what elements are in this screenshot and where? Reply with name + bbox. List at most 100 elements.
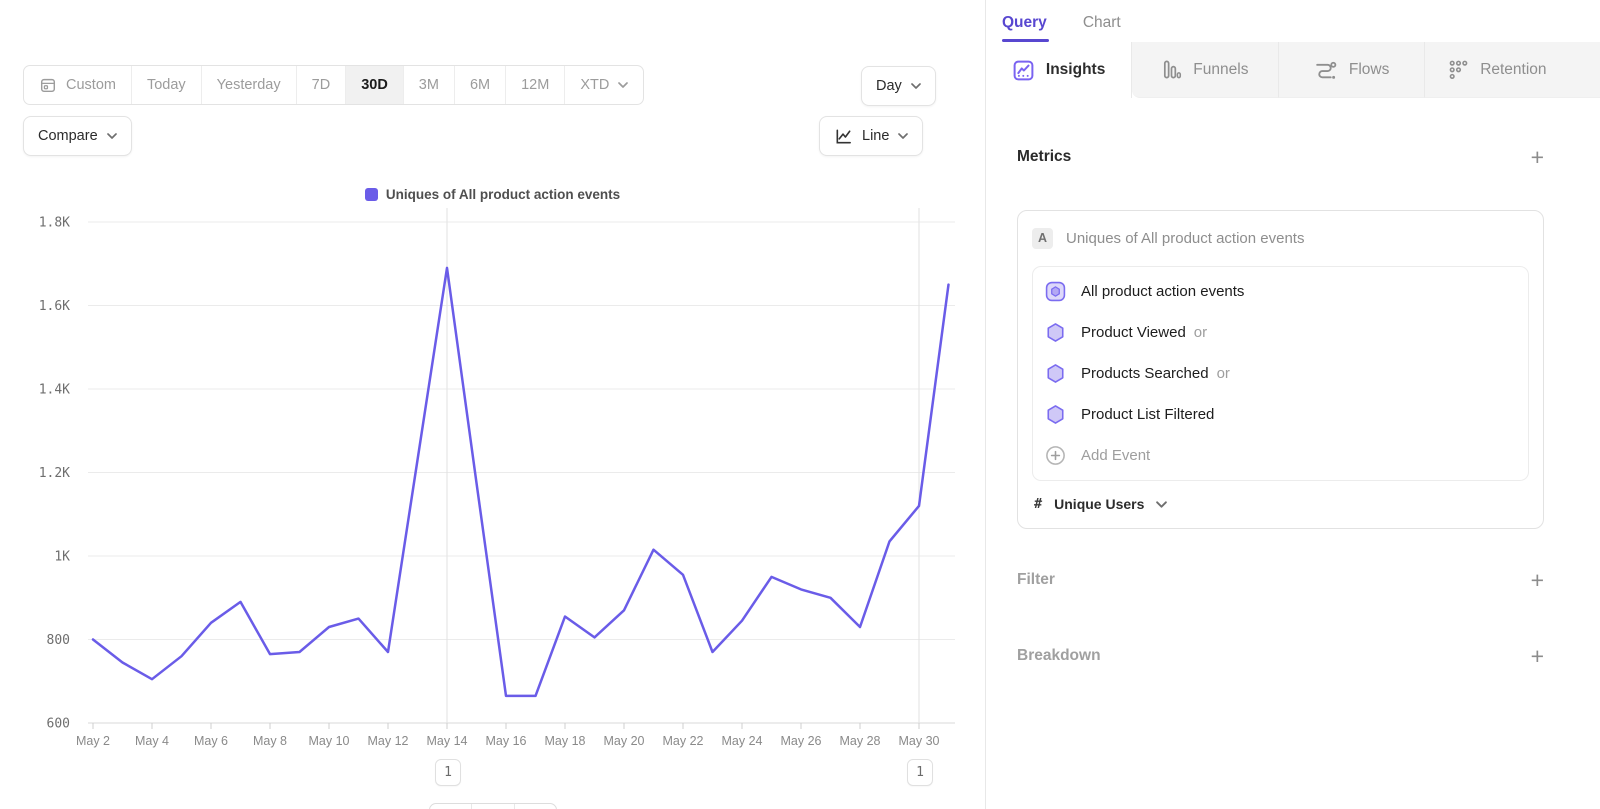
chevron-down-icon [1156, 501, 1167, 508]
retention-icon [1448, 59, 1469, 81]
range-button-xtd[interactable]: XTD [564, 66, 643, 104]
chevron-down-icon [107, 133, 117, 139]
x-axis-label: May 8 [253, 734, 287, 748]
chart-type-dropdown[interactable]: Line [819, 116, 923, 156]
hash-icon: # [1034, 496, 1042, 512]
breakdown-title: Breakdown [1017, 647, 1101, 665]
report-tabs-filler [1570, 42, 1600, 98]
report-tab-insights[interactable]: Insights [986, 42, 1132, 98]
event-or-suffix: or [1194, 324, 1207, 341]
event-row[interactable]: Products Searched or [1033, 353, 1528, 394]
range-label: Today [147, 77, 186, 93]
event-row[interactable]: Product Viewed or [1033, 312, 1528, 353]
report-tab-label: Insights [1046, 61, 1105, 79]
metrics-title: Metrics [1017, 148, 1071, 166]
report-tab-flows[interactable]: Flows [1278, 42, 1424, 98]
filter-title: Filter [1017, 571, 1055, 589]
range-button-7d[interactable]: 7D [296, 66, 346, 104]
x-axis-label: May 6 [194, 734, 228, 748]
metric-card-header[interactable]: A Uniques of All product action events [1032, 223, 1529, 253]
calendar-icon [39, 76, 57, 94]
report-tab-retention[interactable]: Retention [1424, 42, 1570, 98]
report-type-tabs: Insights Funnels Flows Retention [986, 42, 1600, 98]
x-axis-label: May 18 [545, 734, 586, 748]
filter-section: Filter + [1017, 571, 1544, 589]
range-label: XTD [580, 77, 609, 93]
add-event-icon [1045, 445, 1066, 466]
panel-tab-bar: Query Chart [986, 0, 1600, 42]
compare-label: Compare [38, 128, 98, 144]
event-name: Products Searched [1081, 365, 1209, 382]
range-button-today[interactable]: Today [131, 66, 201, 104]
tab-query[interactable]: Query [1002, 14, 1047, 42]
granularity-dropdown[interactable]: Day [861, 66, 936, 106]
range-label: 12M [521, 77, 549, 93]
add-event-button[interactable]: Add Event [1033, 435, 1528, 476]
tab-chart[interactable]: Chart [1083, 14, 1121, 42]
annotation-badge[interactable]: 1 [907, 759, 933, 786]
query-builder: Metrics + A Uniques of All product actio… [986, 98, 1600, 665]
chart-line[interactable] [93, 268, 949, 696]
report-tab-label: Flows [1349, 61, 1389, 79]
event-hexagon-icon [1045, 322, 1066, 343]
event-name: Product Viewed [1081, 324, 1186, 341]
event-name: Product List Filtered [1081, 406, 1214, 423]
metrics-header: Metrics + [1017, 148, 1544, 166]
report-tab-label: Retention [1480, 61, 1546, 79]
aggregation-label: Unique Users [1054, 496, 1144, 512]
range-label: Custom [66, 77, 116, 93]
report-tab-label: Funnels [1193, 61, 1248, 79]
x-axis-label: May 12 [368, 734, 409, 748]
range-button-custom[interactable]: Custom [24, 66, 131, 104]
range-button-12m[interactable]: 12M [505, 66, 564, 104]
x-axis-label: May 10 [309, 734, 350, 748]
breakdown-section: Breakdown + [1017, 647, 1544, 665]
granularity-label: Day [876, 78, 902, 94]
range-button-3m[interactable]: 3M [403, 66, 454, 104]
metric-card: A Uniques of All product action events A… [1017, 210, 1544, 529]
chevron-down-icon [898, 133, 908, 139]
event-row[interactable]: Product List Filtered [1033, 394, 1528, 435]
events-list: All product action events Product Viewed o… [1032, 266, 1529, 481]
y-axis-label: 800 [47, 633, 70, 648]
chevron-down-icon [618, 82, 628, 88]
range-label: 30D [361, 77, 388, 93]
y-axis-label: 1.2K [39, 466, 70, 481]
add-metric-button[interactable]: + [1531, 148, 1544, 166]
event-row[interactable]: All product action events [1033, 271, 1528, 312]
query-panel: Query Chart Insights Funnels Flows Retentio… [985, 0, 1600, 809]
range-label: Yesterday [217, 77, 281, 93]
chart-canvas: 6008001K1.2K1.4K1.6K1.8KMay 2May 4May 6M… [0, 180, 985, 809]
metric-title: Uniques of All product action events [1066, 230, 1304, 247]
event-or-suffix: or [1217, 365, 1230, 382]
range-label: 7D [312, 77, 331, 93]
range-button-6m[interactable]: 6M [454, 66, 505, 104]
date-range-group: Custom Today Yesterday 7D 30D 3M 6M 12M XTD [23, 65, 644, 105]
x-axis-label: May 22 [663, 734, 704, 748]
event-name: All product action events [1081, 283, 1244, 300]
range-button-yesterday[interactable]: Yesterday [201, 66, 296, 104]
x-axis-label: May 20 [604, 734, 645, 748]
add-filter-button[interactable]: + [1531, 571, 1544, 589]
all-events-icon [1045, 281, 1066, 302]
x-axis-label: May 28 [840, 734, 881, 748]
aggregation-selector[interactable]: # Unique Users [1034, 496, 1527, 512]
range-label: 3M [419, 77, 439, 93]
x-axis-label: May 30 [899, 734, 940, 748]
add-breakdown-button[interactable]: + [1531, 647, 1544, 665]
event-hexagon-icon [1045, 363, 1066, 384]
line-chart-icon [834, 127, 853, 146]
chart-type-label: Line [862, 128, 889, 144]
metric-letter-badge: A [1032, 228, 1053, 249]
x-axis-label: May 16 [486, 734, 527, 748]
compare-dropdown[interactable]: Compare [23, 116, 132, 156]
x-axis-label: May 14 [427, 734, 468, 748]
x-axis-label: May 24 [722, 734, 763, 748]
range-button-30d[interactable]: 30D [345, 66, 403, 104]
report-tab-funnels[interactable]: Funnels [1132, 42, 1277, 98]
annotation-badge[interactable]: 1 [435, 759, 461, 786]
y-axis-label: 1.6K [39, 299, 70, 314]
chevron-down-icon [911, 83, 921, 89]
y-axis-label: 1K [54, 550, 70, 565]
funnels-icon [1161, 58, 1182, 81]
